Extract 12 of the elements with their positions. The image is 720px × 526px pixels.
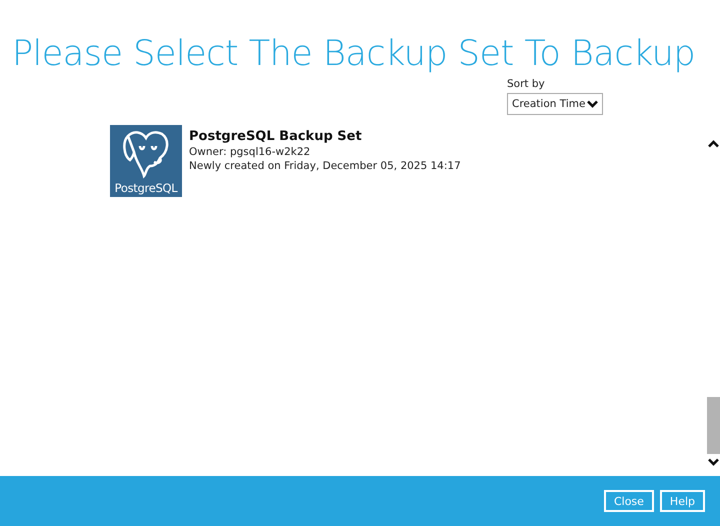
backup-set-item[interactable]: PostgreSQL PostgreSQL Backup Set Owner: pgsql16-w2k22 Newly created on Friday, December 05, 2025 14:17 <box>106 121 707 201</box>
sort-label: Sort by <box>507 78 546 90</box>
scrollbar-thumb[interactable] <box>707 397 720 454</box>
chevron-down-icon <box>587 100 598 108</box>
scroll-up-icon[interactable] <box>708 140 719 148</box>
backup-set-created: Newly created on Friday, December 05, 2025 14:17 <box>189 159 461 173</box>
page-title: Please Select The Backup Set To Backup <box>10 33 696 76</box>
scroll-down-icon[interactable] <box>708 458 719 466</box>
sort-dropdown[interactable]: Creation Time <box>507 93 603 115</box>
logo-text: PostgreSQL <box>114 180 178 196</box>
backup-set-owner: Owner: pgsql16-w2k22 <box>189 145 312 159</box>
backup-set-name: PostgreSQL Backup Set <box>189 128 363 145</box>
